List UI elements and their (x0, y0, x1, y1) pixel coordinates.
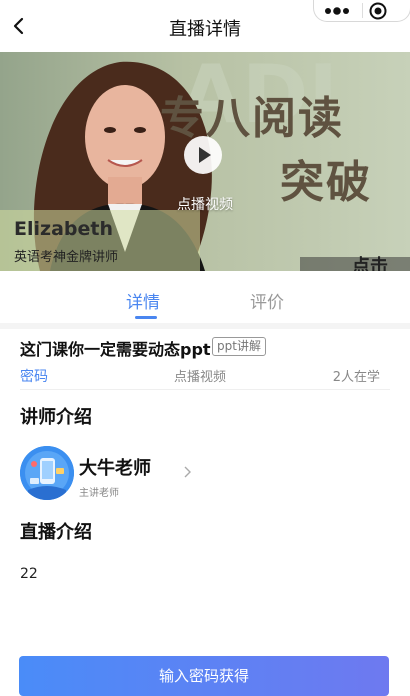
lecturer-card[interactable]: 大牛老师 主讲老师 (20, 446, 200, 502)
section-gap (0, 323, 410, 329)
close-circle-icon[interactable] (369, 2, 387, 20)
play-icon[interactable] (184, 136, 222, 174)
lecturer-role: 主讲老师 (79, 488, 119, 499)
avatar-illustration (20, 446, 74, 500)
banner-corner-text: 点击 (352, 256, 388, 271)
more-dots-icon[interactable] (324, 4, 350, 18)
live-intro-content: 22 (20, 566, 38, 582)
password-label: 密码 (20, 369, 48, 385)
course-type: 点播视频 (174, 370, 227, 385)
banner-title-line1: 专八阅读 (160, 93, 344, 144)
divider (20, 389, 390, 390)
course-title: 这门课你一定需要动态ppt (20, 340, 211, 359)
nav-bar: 直播详情 (0, 0, 410, 52)
mini-program-capsule (313, 0, 410, 22)
tab-detail[interactable]: 详情 (126, 288, 160, 313)
teacher-name: Elizabeth (14, 218, 113, 240)
capsule-divider (362, 3, 363, 18)
chevron-right-icon (184, 466, 191, 478)
course-meta-row: 密码 点播视频 2人在学 (20, 366, 390, 388)
tab-bar: 详情 评价 (0, 271, 410, 323)
lecturer-section-title: 讲师介绍 (20, 407, 92, 428)
tab-review[interactable]: 评价 (250, 288, 284, 313)
avatar (20, 446, 74, 500)
enter-password-button[interactable]: 输入密码获得 (19, 656, 389, 696)
live-section-title: 直播介绍 (20, 522, 92, 543)
play-label: 点播视频 (177, 197, 233, 213)
banner-title-line2: 突破 (280, 157, 372, 208)
active-tab-indicator (135, 316, 157, 319)
teacher-subtitle: 英语考神金牌讲师 (14, 250, 119, 265)
course-tag: ppt讲解 (212, 337, 266, 356)
learner-count: 2人在学 (332, 370, 380, 385)
video-player[interactable]: ADI 专八阅读 突破 Elizabeth 英语考神金牌讲师 点击 点播视频 (0, 52, 410, 271)
lecturer-name: 大牛老师 (79, 458, 151, 479)
